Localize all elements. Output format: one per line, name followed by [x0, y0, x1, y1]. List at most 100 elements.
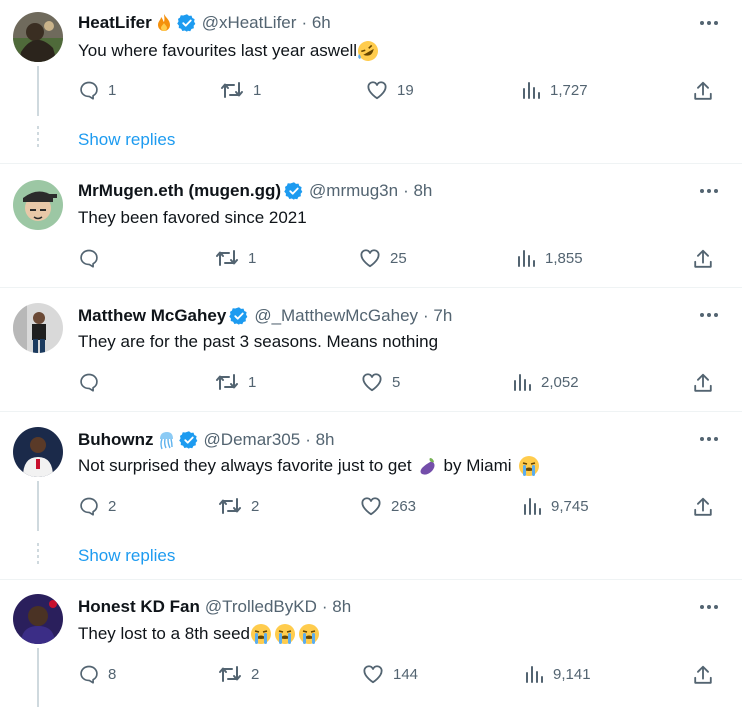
timestamp[interactable]: · 6h	[301, 13, 330, 33]
heart-icon	[363, 665, 383, 684]
retweet-count: 2	[251, 497, 260, 515]
share-button[interactable]	[692, 496, 714, 518]
author-name[interactable]: HeatLifer	[78, 13, 152, 33]
views-button[interactable]: 2,052	[512, 372, 579, 392]
tweet-text-part: Not surprised they always favorite just …	[78, 456, 412, 475]
author-handle[interactable]: @Demar305	[204, 430, 301, 450]
avatar[interactable]	[13, 594, 63, 644]
retweet-button[interactable]: 1	[215, 372, 256, 392]
timestamp[interactable]: · 8h	[322, 597, 351, 617]
heart-icon	[360, 249, 380, 268]
reply-icon	[80, 373, 98, 392]
reply-button[interactable]	[79, 248, 108, 268]
reply-button[interactable]	[79, 372, 108, 392]
views-button[interactable]: 9,141	[524, 664, 591, 684]
tweet-text: They lost to a 8th seed	[78, 624, 250, 643]
views-count: 2,052	[541, 373, 579, 391]
reply-button[interactable]: 2	[79, 496, 116, 516]
like-count: 263	[391, 497, 417, 515]
verified-badge-icon	[178, 430, 199, 450]
like-button[interactable]: 263	[360, 496, 416, 516]
tweet-text-part: by Miami	[443, 456, 512, 475]
author-handle[interactable]: @TrolledByKD	[205, 597, 317, 617]
retweet-icon	[216, 250, 238, 266]
tweet-2[interactable]: MrMugen.eth (mugen.gg) @mrmug3n · 8h The…	[0, 164, 742, 287]
retweet-button[interactable]: 2	[218, 496, 259, 516]
share-button[interactable]	[692, 664, 714, 686]
tweet-3[interactable]: Matthew McGahey @_MatthewMcGahey · 7h Th…	[0, 288, 742, 411]
like-count: 19	[397, 81, 414, 99]
author-handle[interactable]: @mrmug3n	[309, 181, 398, 201]
more-options-icon[interactable]	[698, 305, 720, 325]
views-chart-icon	[514, 374, 531, 391]
reply-icon	[80, 249, 98, 268]
retweet-button[interactable]: 1	[220, 80, 261, 100]
share-button[interactable]	[692, 80, 714, 102]
author-name[interactable]: MrMugen.eth (mugen.gg)	[78, 181, 281, 201]
timestamp[interactable]: · 8h	[305, 430, 334, 450]
crying-face-emoji-icon	[518, 455, 540, 477]
heart-icon	[361, 497, 381, 516]
share-icon	[694, 665, 712, 684]
heart-icon	[362, 373, 382, 392]
timestamp[interactable]: · 8h	[403, 181, 432, 201]
author-name[interactable]: Matthew McGahey	[78, 306, 226, 326]
like-button[interactable]: 25	[359, 248, 407, 268]
retweet-icon	[219, 666, 241, 682]
timestamp[interactable]: · 7h	[423, 306, 452, 326]
tweet-text: They are for the past 3 seasons. Means n…	[78, 332, 439, 351]
retweet-icon	[219, 498, 241, 514]
author-name[interactable]: Honest KD Fan	[78, 597, 200, 617]
share-button[interactable]	[692, 372, 714, 394]
tweet-5[interactable]: Honest KD Fan @TrolledByKD · 8h They los…	[0, 580, 742, 707]
author-handle[interactable]: @xHeatLifer	[202, 13, 297, 33]
show-replies-link[interactable]: Show replies	[78, 130, 175, 150]
like-button[interactable]: 144	[362, 664, 418, 684]
more-options-icon[interactable]	[698, 181, 720, 201]
views-count: 9,745	[551, 497, 589, 515]
author-handle[interactable]: @_MatthewMcGahey	[254, 306, 418, 326]
reply-button[interactable]: 1	[79, 80, 116, 100]
crying-face-emoji-icon	[274, 623, 296, 645]
avatar[interactable]	[13, 12, 63, 62]
retweet-count: 1	[253, 81, 262, 99]
like-button[interactable]: 5	[361, 372, 400, 392]
retweet-button[interactable]: 2	[218, 664, 259, 684]
avatar[interactable]	[13, 180, 63, 230]
retweet-icon	[216, 374, 238, 390]
reply-icon	[80, 497, 98, 516]
tweet-4[interactable]: Buhownz @Demar305 · 8h Not surprised the…	[0, 412, 742, 579]
retweet-button[interactable]: 1	[215, 248, 256, 268]
share-icon	[694, 249, 712, 268]
reply-count: 2	[108, 497, 117, 515]
reply-icon	[80, 665, 98, 684]
avatar[interactable]	[13, 427, 63, 477]
views-chart-icon	[518, 250, 535, 267]
reply-button[interactable]: 8	[79, 664, 116, 684]
like-button[interactable]: 19	[366, 80, 414, 100]
like-count: 25	[390, 249, 407, 267]
author-name[interactable]: Buhownz	[78, 430, 154, 450]
views-count: 1,855	[545, 249, 583, 267]
views-button[interactable]: 1,855	[516, 248, 583, 268]
views-button[interactable]: 1,727	[521, 80, 588, 100]
reply-count: 8	[108, 665, 117, 683]
verified-badge-icon	[229, 306, 249, 326]
eggplant-emoji-icon	[417, 455, 439, 477]
retweet-count: 1	[248, 373, 257, 391]
avatar[interactable]	[13, 303, 63, 353]
crying-face-emoji-icon	[250, 623, 272, 645]
share-icon	[694, 373, 712, 392]
tweet-1[interactable]: HeatLifer @xHeatLifer · 6h You where fav…	[0, 0, 742, 163]
more-options-icon[interactable]	[698, 429, 720, 449]
views-chart-icon	[524, 498, 541, 515]
heart-icon	[367, 81, 387, 100]
views-count: 1,727	[550, 81, 588, 99]
share-button[interactable]	[692, 248, 714, 270]
thread-gap-indicator	[37, 126, 39, 150]
more-options-icon[interactable]	[698, 13, 720, 33]
retweet-count: 1	[248, 249, 257, 267]
views-button[interactable]: 9,745	[522, 496, 589, 516]
more-options-icon[interactable]	[698, 597, 720, 617]
show-replies-link[interactable]: Show replies	[78, 546, 175, 566]
